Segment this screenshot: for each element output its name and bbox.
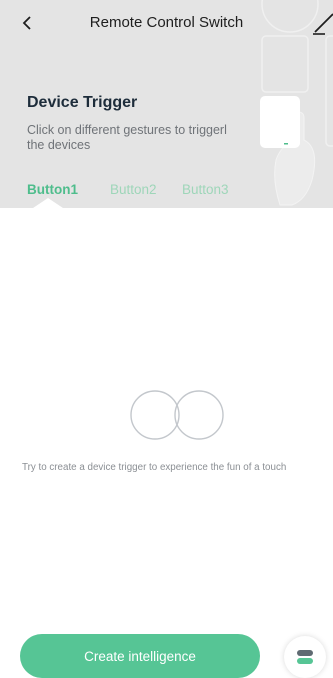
menu-toggle-icon bbox=[297, 650, 313, 664]
device-trigger-title: Device Trigger bbox=[27, 94, 138, 111]
create-intelligence-button[interactable]: Create intelligence bbox=[20, 634, 260, 678]
two-circles-icon bbox=[130, 390, 224, 440]
tab-button2[interactable]: Button2 bbox=[110, 182, 157, 197]
header-banner: Remote Control Switch Device Trigger Cli… bbox=[0, 0, 333, 208]
tab-button3[interactable]: Button3 bbox=[182, 182, 229, 197]
remote-switch-illustration bbox=[260, 0, 333, 206]
empty-state-text: Try to create a device trigger to experi… bbox=[22, 462, 287, 473]
active-tab-pointer bbox=[33, 198, 63, 208]
tab-button1[interactable]: Button1 bbox=[27, 182, 78, 197]
device-trigger-description: Click on different gestures to triggerl … bbox=[27, 123, 227, 152]
